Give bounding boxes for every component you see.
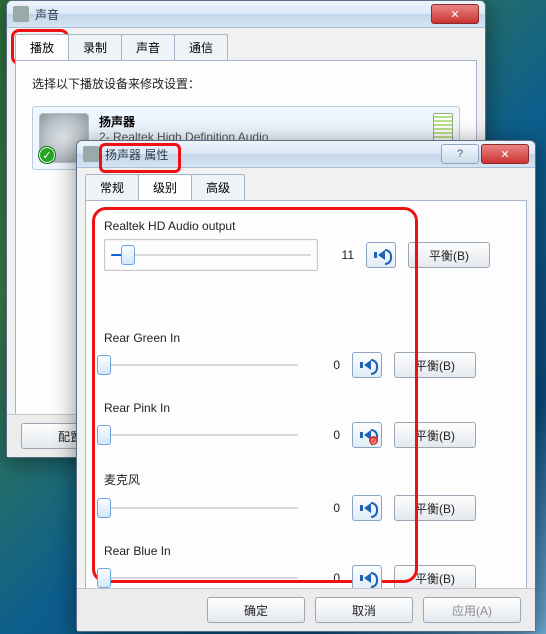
tab-levels[interactable]: 级别 xyxy=(138,174,192,200)
slider-track xyxy=(111,254,311,256)
sound-tabstrip: 播放 录制 声音 通信 xyxy=(15,34,477,60)
slider-track xyxy=(110,507,298,509)
props-tabpanel: Realtek HD Audio output11平衡(B)Rear Green… xyxy=(85,200,527,629)
tab-general[interactable]: 常规 xyxy=(85,174,139,200)
props-help-button[interactable]: ? xyxy=(441,144,479,164)
channel-label: Realtek HD Audio output xyxy=(104,219,508,233)
slider-track xyxy=(110,434,298,436)
channel-label: 麦克风 xyxy=(104,471,508,488)
tab-recording[interactable]: 录制 xyxy=(68,34,122,60)
volume-value: 11 xyxy=(330,248,354,262)
channel-row: 11 平衡(B) xyxy=(104,239,508,271)
sound-title: 声音 xyxy=(35,6,429,23)
default-check-icon: ✓ xyxy=(38,146,56,164)
channel-row: 0 ⦸ 平衡(B) xyxy=(104,421,508,449)
volume-value: 0 xyxy=(316,358,340,372)
mute-button[interactable] xyxy=(352,495,382,521)
ok-button[interactable]: 确定 xyxy=(207,597,305,623)
balance-button[interactable]: 平衡(B) xyxy=(394,422,476,448)
tab-communications[interactable]: 通信 xyxy=(174,34,228,60)
slider-track xyxy=(110,577,298,579)
volume-slider[interactable] xyxy=(104,239,318,271)
mute-button[interactable] xyxy=(366,242,396,268)
balance-button[interactable]: 平衡(B) xyxy=(408,242,490,268)
speaker-icon xyxy=(364,360,371,370)
volume-value: 0 xyxy=(316,428,340,442)
slider-thumb[interactable] xyxy=(97,425,111,445)
props-tabstrip: 常规 级别 高级 xyxy=(85,174,527,200)
balance-button[interactable]: 平衡(B) xyxy=(394,352,476,378)
channel-4: Rear Blue In0平衡(B) xyxy=(104,544,508,592)
tab-playback[interactable]: 播放 xyxy=(15,34,69,60)
props-titlebar[interactable]: 扬声器 属性 ? ✕ xyxy=(77,141,535,168)
slider-track xyxy=(110,364,298,366)
device-name: 扬声器 xyxy=(99,113,423,130)
speaker-icon xyxy=(378,250,385,260)
slider-thumb[interactable] xyxy=(97,568,111,588)
channel-2: Rear Pink In 0 ⦸ 平衡(B) xyxy=(104,401,508,449)
volume-value: 0 xyxy=(316,571,340,585)
volume-value: 0 xyxy=(316,501,340,515)
apply-button[interactable]: 应用(A) xyxy=(423,597,521,623)
balance-button[interactable]: 平衡(B) xyxy=(394,495,476,521)
channel-label: Rear Green In xyxy=(104,331,508,345)
props-title: 扬声器 属性 xyxy=(105,146,439,163)
mute-button[interactable]: ⦸ xyxy=(352,422,382,448)
speaker-properties-window: 扬声器 属性 ? ✕ 常规 级别 高级 Realtek HD Audio out… xyxy=(76,140,536,632)
tab-advanced[interactable]: 高级 xyxy=(191,174,245,200)
volume-slider[interactable] xyxy=(104,494,304,522)
channel-1: Rear Green In 0 平衡(B) xyxy=(104,331,508,379)
channel-3: 麦克风 0 平衡(B) xyxy=(104,471,508,522)
channel-label: Rear Pink In xyxy=(104,401,508,415)
mute-button[interactable] xyxy=(352,352,382,378)
muted-indicator-icon: ⦸ xyxy=(369,436,378,445)
props-button-bar: 确定 取消 应用(A) xyxy=(77,588,535,631)
speaker-app-icon xyxy=(83,146,99,162)
volume-slider[interactable] xyxy=(104,421,304,449)
slider-thumb[interactable] xyxy=(121,245,135,265)
props-close-button[interactable]: ✕ xyxy=(481,144,529,164)
sound-close-button[interactable]: ✕ xyxy=(431,4,479,24)
speaker-icon xyxy=(364,573,371,583)
channel-label: Rear Blue In xyxy=(104,544,508,558)
cancel-button[interactable]: 取消 xyxy=(315,597,413,623)
speaker-icon xyxy=(364,503,371,513)
sound-instruction: 选择以下播放设备来修改设置： xyxy=(32,75,460,92)
tab-sounds[interactable]: 声音 xyxy=(121,34,175,60)
channel-0: Realtek HD Audio output 11 平衡(B) xyxy=(104,219,508,271)
volume-slider[interactable] xyxy=(104,351,304,379)
slider-thumb[interactable] xyxy=(97,498,111,518)
channel-row: 0 平衡(B) xyxy=(104,494,508,522)
sound-titlebar[interactable]: 声音 ✕ xyxy=(7,1,485,28)
speaker-app-icon xyxy=(13,6,29,22)
channel-row: 0 平衡(B) xyxy=(104,351,508,379)
slider-thumb[interactable] xyxy=(97,355,111,375)
